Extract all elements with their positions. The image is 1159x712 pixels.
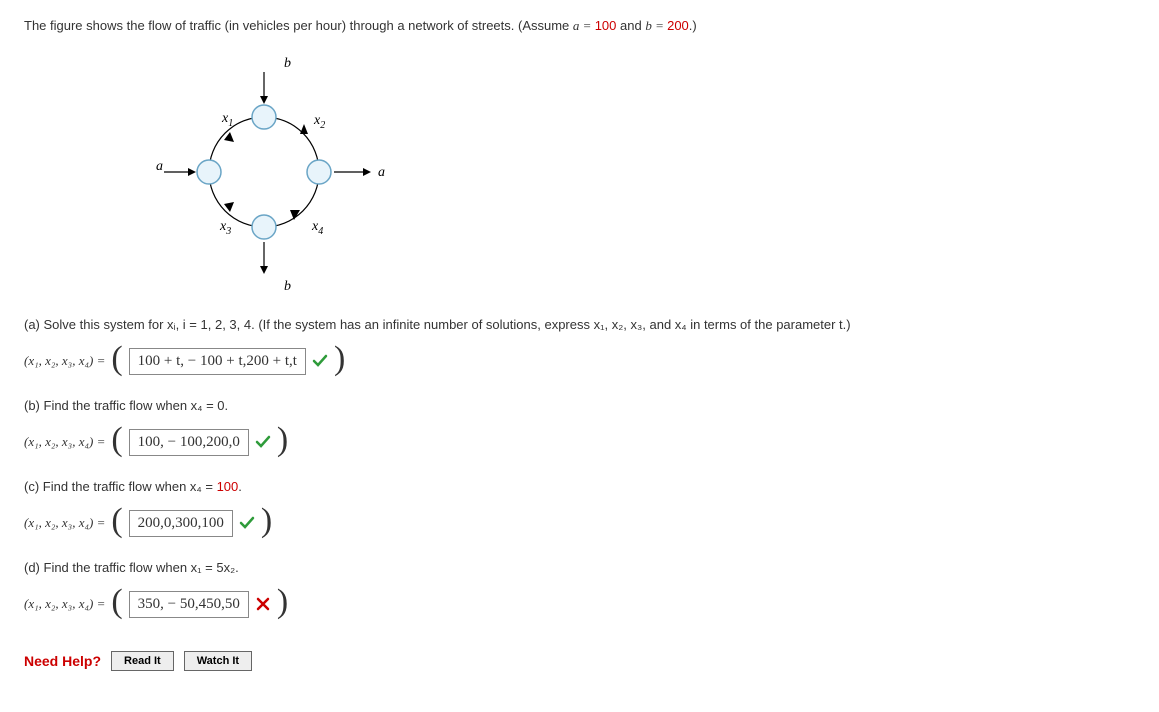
- part-c-answer-input[interactable]: 200,0,300,100: [129, 510, 233, 537]
- close-paren: ): [277, 421, 288, 459]
- cross-icon: [255, 596, 271, 612]
- part-c-q-val: 100: [217, 479, 239, 494]
- check-icon: [239, 515, 255, 531]
- part-d-answer-input[interactable]: 350, − 50,450,50: [129, 591, 249, 618]
- label-a-right: a: [378, 165, 385, 180]
- problem-statement: The figure shows the flow of traffic (in…: [24, 18, 1135, 34]
- part-b-question: (b) Find the traffic flow when x₄ = 0.: [24, 398, 1135, 413]
- part-c-question: (c) Find the traffic flow when x₄ = 100.: [24, 479, 1135, 494]
- part-a-lhs: (x₁, x₂, x₃, x₄) =: [24, 353, 105, 369]
- label-x3: x3: [219, 219, 231, 237]
- part-b-lhs: (x₁, x₂, x₃, x₄) =: [24, 434, 105, 450]
- open-paren: (: [111, 340, 122, 378]
- prompt-b-eq: b =: [645, 18, 667, 33]
- check-icon: [255, 434, 271, 450]
- part-a-answer-row: (x₁, x₂, x₃, x₄) = ( 100 + t, − 100 + t,…: [24, 342, 1135, 380]
- label-x2: x2: [313, 113, 325, 131]
- label-x1: x1: [221, 111, 233, 129]
- open-paren: (: [111, 583, 122, 621]
- read-it-button[interactable]: Read It: [111, 651, 174, 671]
- part-b-answer-row: (x₁, x₂, x₃, x₄) = ( 100, − 100,200,0 ): [24, 423, 1135, 461]
- part-c-lhs: (x₁, x₂, x₃, x₄) =: [24, 515, 105, 531]
- part-a-answer-input[interactable]: 100 + t, − 100 + t,200 + t,t: [129, 348, 306, 375]
- part-d-lhs: (x₁, x₂, x₃, x₄) =: [24, 596, 105, 612]
- check-icon: [312, 353, 328, 369]
- part-d-question: (d) Find the traffic flow when x₁ = 5x₂.: [24, 560, 1135, 575]
- prompt-b-val: 200: [667, 18, 689, 33]
- need-help-label: Need Help?: [24, 653, 101, 669]
- part-c-q-post: .: [238, 479, 242, 494]
- label-a-left: a: [156, 159, 163, 174]
- prompt-a-eq: a =: [573, 18, 595, 33]
- part-b-answer-input[interactable]: 100, − 100,200,0: [129, 429, 249, 456]
- open-paren: (: [111, 502, 122, 540]
- part-d-answer-row: (x₁, x₂, x₃, x₄) = ( 350, − 50,450,50 ): [24, 585, 1135, 623]
- close-paren: ): [277, 583, 288, 621]
- prompt-a-val: 100: [595, 18, 617, 33]
- network-diagram: b b a a x1 x2 x3 x4: [134, 52, 1135, 295]
- part-a-question: (a) Solve this system for xᵢ, i = 1, 2, …: [24, 317, 1135, 332]
- close-paren: ): [334, 340, 345, 378]
- prompt-post: .): [689, 18, 697, 33]
- prompt-pre: The figure shows the flow of traffic (in…: [24, 18, 573, 33]
- prompt-mid: and: [616, 18, 645, 33]
- part-c-q-pre: (c) Find the traffic flow when x₄ =: [24, 479, 217, 494]
- label-x4: x4: [311, 219, 323, 237]
- watch-it-button[interactable]: Watch It: [184, 651, 252, 671]
- close-paren: ): [261, 502, 272, 540]
- part-c-answer-row: (x₁, x₂, x₃, x₄) = ( 200,0,300,100 ): [24, 504, 1135, 542]
- label-b-top: b: [284, 56, 291, 71]
- label-b-bottom: b: [284, 279, 291, 292]
- open-paren: (: [111, 421, 122, 459]
- need-help-row: Need Help? Read It Watch It: [24, 651, 1135, 671]
